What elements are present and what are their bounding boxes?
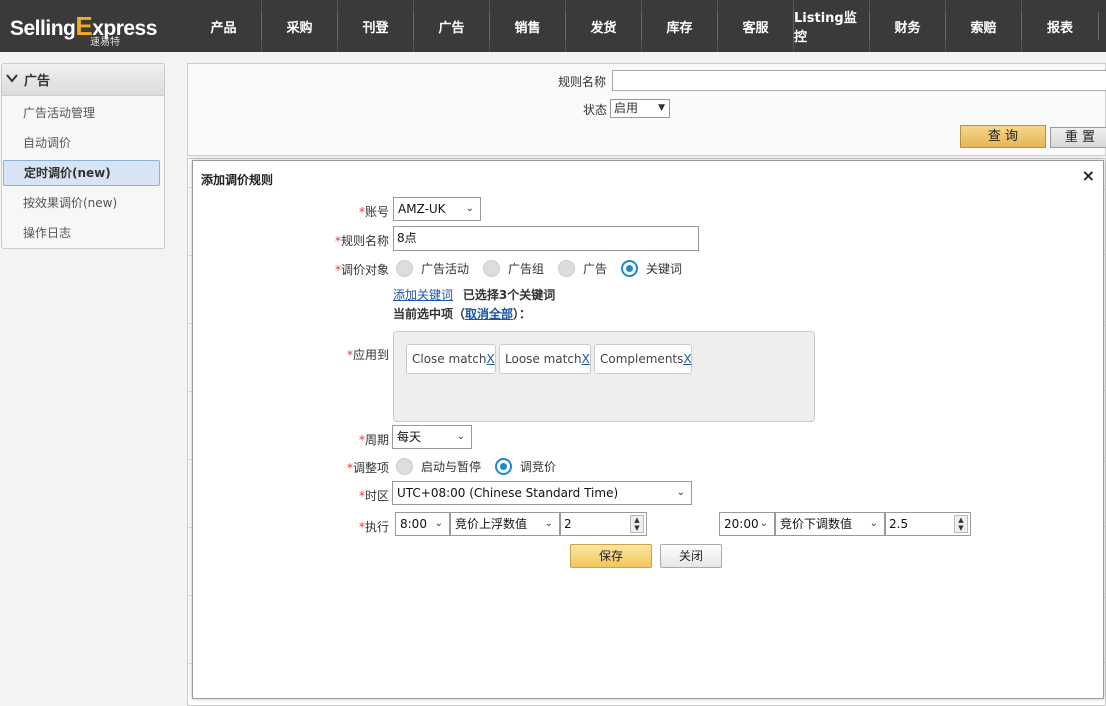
chevron-down-icon: ⌄	[465, 203, 474, 214]
exec2-value-input[interactable]: 2.5 ▲ ▼	[885, 512, 971, 536]
radio-keyword[interactable]	[621, 259, 639, 277]
chevron-down-icon: ⌄	[456, 431, 465, 442]
cancel-all-link[interactable]: 取消全部	[465, 307, 513, 321]
execute-label: *执行	[358, 520, 389, 534]
stepper-icon[interactable]: ▲ ▼	[954, 515, 968, 533]
sidebar-item-operation-log[interactable]: 操作日志	[2, 218, 164, 248]
status-filter-label: 状态	[583, 103, 608, 117]
timezone-label: *时区	[358, 489, 389, 503]
sidebar-item-scheduled-bid[interactable]: 定时调价(new)	[3, 160, 160, 186]
selected-keyword-count: 已选择3个关键词	[462, 288, 556, 302]
brand-logo[interactable]: SellingExpress 速易特	[10, 6, 160, 48]
rule-name-input[interactable]: 8点	[393, 226, 699, 251]
target-label: *调价对象	[334, 263, 389, 277]
sidebar: 广告 广告活动管理 自动调价 定时调价(new) 按效果调价(new) 操作日志	[1, 63, 165, 249]
exec1-mode-select[interactable]: 竞价上浮数值 ⌄	[450, 512, 560, 536]
chevron-down-icon	[6, 72, 20, 87]
chip-complements: ComplementsX	[594, 344, 692, 374]
sidebar-header[interactable]: 广告	[2, 64, 164, 96]
remove-close-match[interactable]: X	[486, 352, 494, 366]
exec1-time-select[interactable]: 8:00 ⌄	[395, 512, 450, 536]
main-nav: 产品 采购 刊登 广告 销售 发货 库存 客服 Listing监控 财务 索赔 …	[186, 0, 1099, 52]
period-label: *周期	[358, 433, 389, 447]
sidebar-item-performance-bid[interactable]: 按效果调价(new)	[2, 188, 164, 218]
radio-ad[interactable]	[558, 259, 576, 277]
rule-name-filter-input[interactable]	[612, 70, 1106, 91]
nav-shipping[interactable]: 发货	[566, 0, 642, 52]
radio-adgroup[interactable]	[483, 259, 501, 277]
top-nav-bar: SellingExpress 速易特 产品 采购 刊登 广告 销售 发货 库存 …	[0, 0, 1106, 52]
apply-to-label: *应用到	[346, 348, 389, 362]
nav-reports[interactable]: 报表	[1022, 0, 1099, 52]
apply-to-box: Close matchX Loose matchX ComplementsX	[393, 331, 815, 422]
radio-start-pause[interactable]	[396, 457, 413, 475]
current-selection-suffix: ）：	[513, 307, 532, 321]
nav-claims[interactable]: 索赔	[946, 0, 1022, 52]
target-radio-group: 广告活动 广告组 广告 关键词	[396, 258, 696, 278]
account-select[interactable]: AMZ-UK ⌄	[393, 197, 481, 221]
timezone-select[interactable]: UTC+08:00 (Chinese Standard Time) ⌄	[392, 481, 692, 505]
nav-finance[interactable]: 财务	[870, 0, 946, 52]
nav-sales[interactable]: 销售	[490, 0, 566, 52]
current-selection-prefix: 当前选中项（	[393, 307, 466, 321]
close-icon[interactable]: ×	[1082, 166, 1095, 185]
dialog-title: 添加调价规则	[201, 173, 274, 187]
exec1-value-input[interactable]: 2 ▲ ▼	[560, 512, 647, 536]
chip-close-match: Close matchX	[406, 344, 496, 374]
reset-button[interactable]: 重 置	[1050, 127, 1106, 148]
adjust-label: *调整项	[346, 461, 389, 475]
nav-purchase[interactable]: 采购	[262, 0, 338, 52]
chevron-down-icon: ▼	[658, 103, 665, 113]
chevron-down-icon: ⌄	[676, 487, 685, 498]
chevron-down-icon: ⌄	[869, 518, 878, 529]
radio-adjust-bid[interactable]	[495, 457, 513, 475]
nav-listing[interactable]: 刊登	[338, 0, 414, 52]
brand-subtitle: 速易特	[90, 37, 120, 48]
rule-name-filter-label: 规则名称	[558, 75, 607, 89]
remove-complements[interactable]: X	[683, 352, 691, 366]
nav-inventory[interactable]: 库存	[642, 0, 718, 52]
sidebar-title: 广告	[24, 74, 51, 89]
remove-loose-match[interactable]: X	[582, 352, 590, 366]
status-filter-select[interactable]: 启用 ▼	[610, 99, 670, 118]
account-label: *账号	[358, 205, 389, 219]
chevron-down-icon: ⌄	[759, 518, 768, 529]
nav-customer-service[interactable]: 客服	[718, 0, 794, 52]
query-button[interactable]: 查 询	[960, 125, 1046, 148]
close-button[interactable]: 关闭	[660, 544, 722, 568]
radio-campaign[interactable]	[396, 259, 413, 277]
save-button[interactable]: 保存	[570, 544, 652, 568]
add-keyword-link[interactable]: 添加关键词	[393, 288, 453, 302]
period-select[interactable]: 每天 ⌄	[392, 425, 472, 449]
nav-listing-monitor[interactable]: Listing监控	[794, 0, 870, 52]
rule-name-label: *规则名称	[334, 234, 389, 248]
stepper-icon[interactable]: ▲ ▼	[630, 515, 644, 533]
chevron-down-icon: ⌄	[544, 518, 553, 529]
sidebar-item-auto-bid[interactable]: 自动调价	[2, 128, 164, 158]
chip-loose-match: Loose matchX	[499, 344, 591, 374]
brand-wordmark: SellingExpress	[10, 11, 157, 41]
nav-products[interactable]: 产品	[186, 0, 262, 52]
chevron-down-icon: ⌄	[434, 518, 443, 529]
adjust-radio-group: 启动与暂停 调竞价	[396, 456, 570, 476]
exec2-time-select[interactable]: 20:00 ⌄	[719, 512, 775, 536]
exec2-mode-select[interactable]: 竞价下调数值 ⌄	[775, 512, 885, 536]
sidebar-item-campaign-manage[interactable]: 广告活动管理	[2, 98, 164, 128]
search-panel: 规则名称 状态 启用 ▼ 查 询 重 置	[187, 63, 1106, 156]
nav-ads[interactable]: 广告	[414, 0, 490, 52]
add-rule-dialog: 添加调价规则 × *账号 AMZ-UK ⌄ *规则名称 8点 *调价对象 广告活动…	[192, 160, 1104, 699]
